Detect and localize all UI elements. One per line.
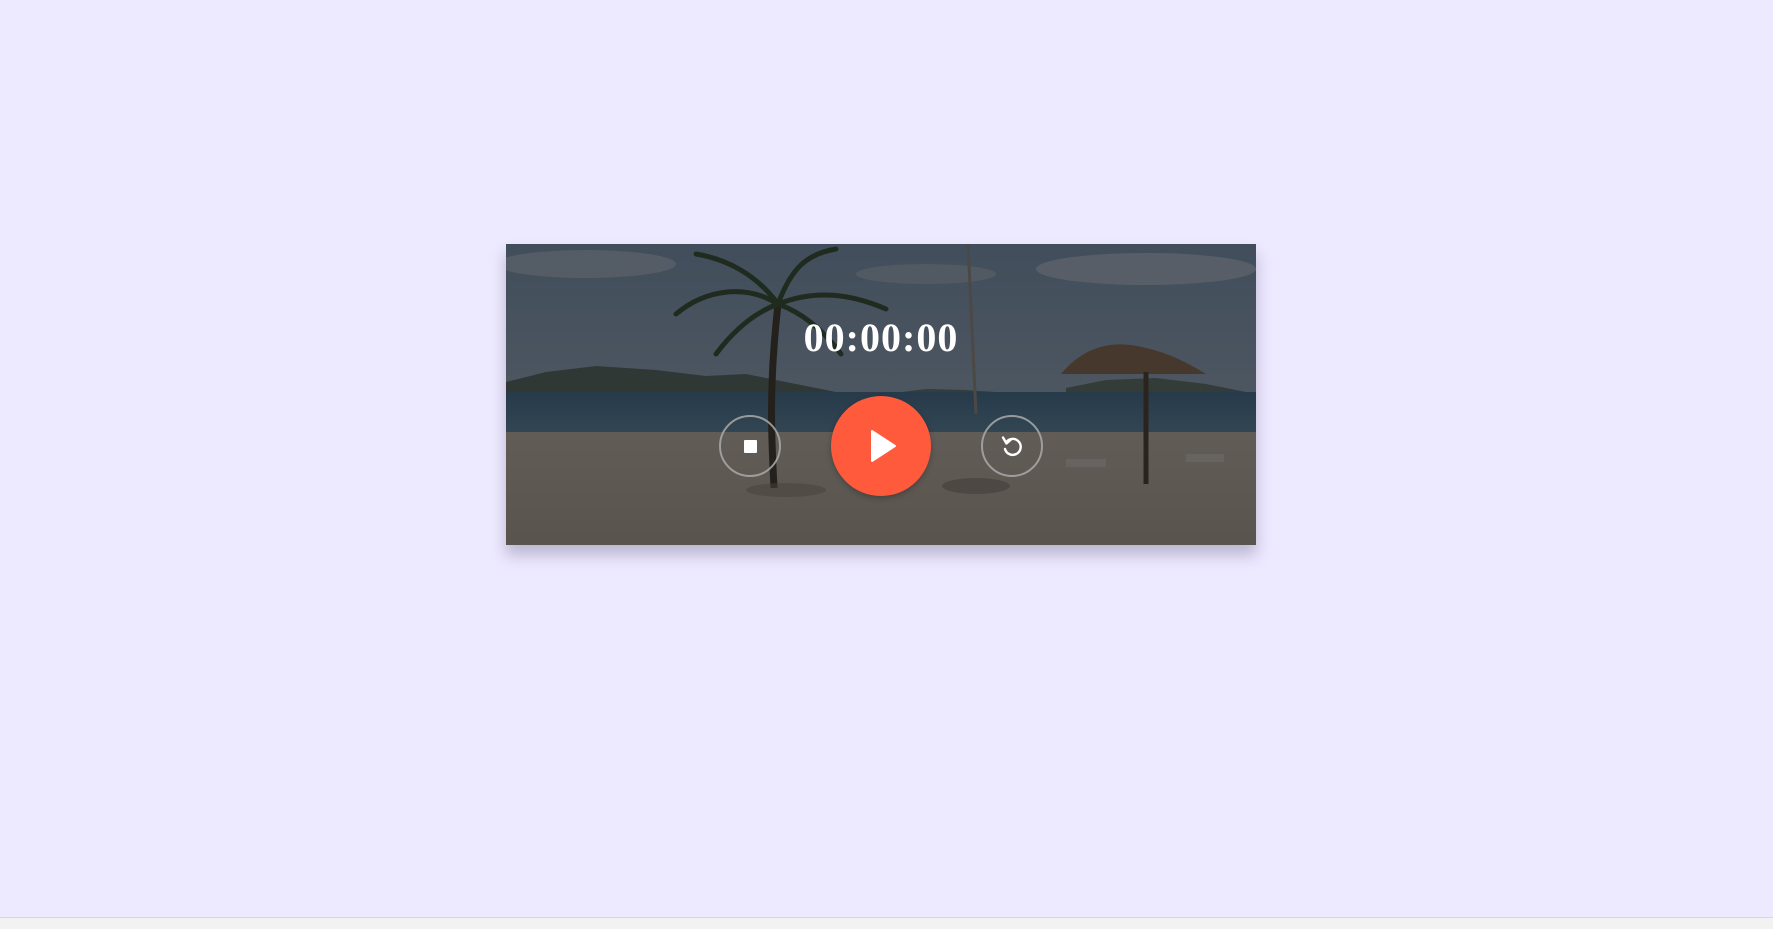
reset-icon <box>1001 436 1022 456</box>
page: 00:00:00 <box>0 0 1773 929</box>
timer-display: 00:00:00 <box>803 315 959 360</box>
browser-bottom-edge <box>0 917 1773 929</box>
stop-button[interactable] <box>719 415 781 477</box>
reset-button[interactable] <box>981 415 1043 477</box>
timer-controls <box>506 395 1256 496</box>
stop-icon <box>743 439 757 453</box>
play-button[interactable] <box>831 396 931 496</box>
play-icon <box>871 430 896 462</box>
timer-card: 00:00:00 <box>506 244 1256 545</box>
